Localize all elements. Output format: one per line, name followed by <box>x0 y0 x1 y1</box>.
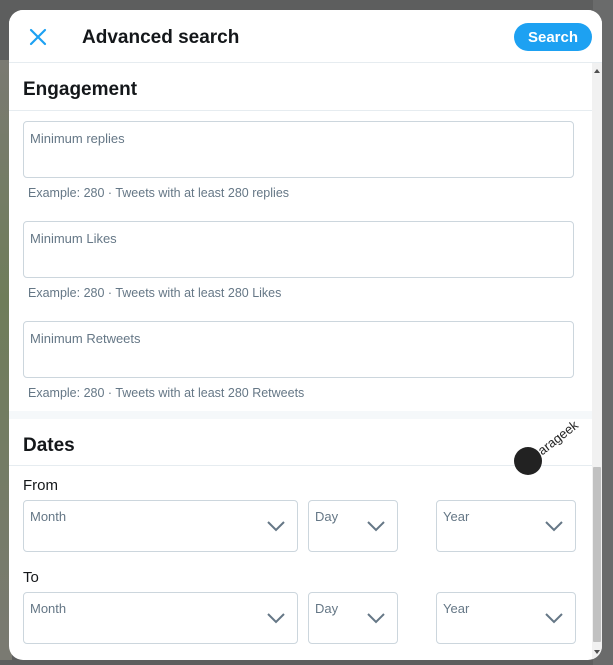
from-month-label: Month <box>30 509 67 524</box>
dialog-header: Advanced search Search <box>9 10 602 63</box>
to-year-select[interactable]: Year <box>436 592 576 644</box>
divider <box>9 465 592 466</box>
chevron-down-icon <box>267 521 285 532</box>
to-day-label: Day <box>315 601 339 616</box>
chevron-down-icon <box>545 613 563 624</box>
min-likes-field[interactable]: Minimum Likes <box>23 221 574 278</box>
to-month-select[interactable]: Month <box>23 592 298 644</box>
chevron-down-icon <box>267 613 285 624</box>
dialog-body: Engagement Minimum replies Example: 280 … <box>9 63 592 660</box>
min-retweets-label: Minimum Retweets <box>30 331 141 346</box>
dialog-title: Advanced search <box>82 27 240 48</box>
search-button[interactable]: Search <box>514 23 592 51</box>
watermark-logo: arageek <box>514 417 592 507</box>
dates-heading: Dates <box>23 435 75 456</box>
from-year-label: Year <box>443 509 470 524</box>
min-replies-label: Minimum replies <box>30 131 125 146</box>
min-likes-hint: Example: 280 · Tweets with at least 280 … <box>28 286 282 300</box>
chevron-down-icon <box>367 521 385 532</box>
close-icon <box>29 28 47 46</box>
chevron-down-icon <box>545 521 563 532</box>
to-month-label: Month <box>30 601 67 616</box>
scroll-down-arrow-icon[interactable] <box>593 648 601 656</box>
from-year-select[interactable]: Year <box>436 500 576 552</box>
scroll-up-arrow-icon[interactable] <box>593 67 601 75</box>
from-month-select[interactable]: Month <box>23 500 298 552</box>
from-day-select[interactable]: Day <box>308 500 398 552</box>
chevron-down-icon <box>367 613 385 624</box>
engagement-heading: Engagement <box>23 79 138 100</box>
to-day-select[interactable]: Day <box>308 592 398 644</box>
section-separator <box>9 411 592 419</box>
min-replies-hint: Example: 280 · Tweets with at least 280 … <box>28 186 290 200</box>
close-button[interactable] <box>23 22 53 52</box>
divider <box>9 110 592 111</box>
from-label: From <box>23 477 58 494</box>
min-retweets-field[interactable]: Minimum Retweets <box>23 321 574 378</box>
advanced-search-dialog: Advanced search Search Engagement Minimu… <box>9 10 602 660</box>
min-retweets-hint: Example: 280 · Tweets with at least 280 … <box>28 386 305 400</box>
to-year-label: Year <box>443 601 470 616</box>
watermark-text: arageek <box>534 417 582 458</box>
min-likes-label: Minimum Likes <box>30 231 117 246</box>
from-day-label: Day <box>315 509 339 524</box>
to-label: To <box>23 569 39 586</box>
scrollbar-thumb[interactable] <box>593 467 601 642</box>
min-replies-field[interactable]: Minimum replies <box>23 121 574 178</box>
